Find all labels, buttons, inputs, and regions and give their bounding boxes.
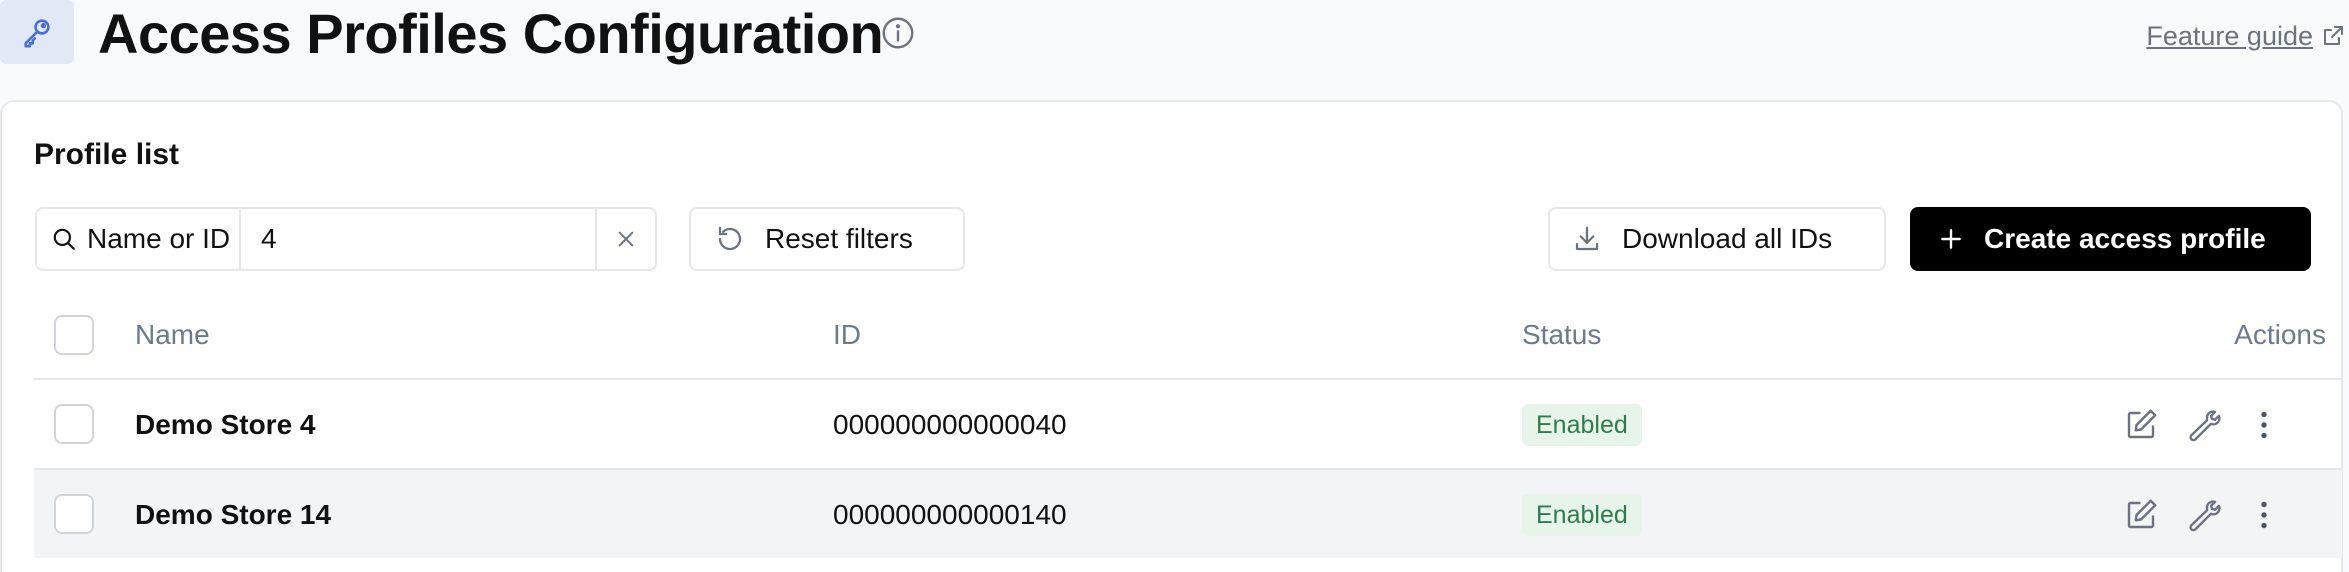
edit-icon[interactable] (2123, 407, 2159, 443)
info-icon[interactable] (880, 15, 916, 51)
select-all-checkbox[interactable] (54, 315, 94, 355)
table-row[interactable]: Demo Store 4 000000000000040 Enabled (34, 378, 2342, 468)
edit-icon[interactable] (2123, 497, 2159, 533)
row-id: 000000000000040 (833, 409, 1067, 440)
more-vertical-icon[interactable] (2246, 407, 2282, 443)
search-group: Name or ID (35, 207, 657, 271)
create-access-profile-button[interactable]: Create access profile (1910, 207, 2311, 271)
wrench-icon[interactable] (2185, 407, 2221, 443)
table-row[interactable]: Demo Store 14 000000000000140 Enabled (34, 468, 2342, 558)
clear-search-button[interactable] (597, 209, 655, 269)
wrench-icon[interactable] (2185, 497, 2221, 533)
column-header-status[interactable]: Status (1522, 292, 1601, 378)
download-icon (1575, 226, 1599, 251)
search-input[interactable] (241, 209, 597, 269)
column-header-id[interactable]: ID (833, 292, 861, 378)
card-title: Profile list (34, 138, 180, 171)
page-title: Access Profiles Configuration (98, 2, 884, 65)
status-badge: Enabled (1522, 494, 1642, 536)
plus-icon (1941, 229, 1961, 249)
search-label: Name or ID (37, 209, 241, 269)
feature-guide-link[interactable]: Feature guide (2146, 18, 2345, 54)
row-name: Demo Store 4 (135, 409, 316, 440)
create-access-profile-label: Create access profile (1984, 223, 2266, 254)
column-header-actions: Actions (2234, 319, 2326, 350)
feature-guide-label: Feature guide (2146, 20, 2313, 51)
download-ids-label: Download all IDs (1622, 223, 1833, 254)
row-checkbox[interactable] (54, 404, 94, 444)
column-header-name[interactable]: Name (135, 292, 210, 378)
row-name: Demo Store 14 (135, 499, 332, 530)
download-ids-button[interactable]: Download all IDs (1548, 207, 1886, 271)
reset-filters-label: Reset filters (765, 223, 913, 254)
reset-filters-button[interactable]: Reset filters (689, 207, 965, 271)
profile-list-card: Profile list Name or ID Reset filters (0, 100, 2343, 572)
search-icon (53, 228, 75, 250)
page-header: Access Profiles Configuration Feature gu… (0, 0, 2349, 100)
clear-icon (618, 231, 634, 247)
search-label-text: Name or ID (87, 223, 231, 254)
more-vertical-icon[interactable] (2246, 497, 2282, 533)
reset-icon (718, 226, 742, 251)
row-checkbox[interactable] (54, 494, 94, 534)
status-badge: Enabled (1522, 404, 1642, 446)
table-header: Name ID Status Actions (34, 292, 2326, 378)
key-icon (0, 0, 74, 64)
row-id: 000000000000140 (833, 499, 1067, 530)
external-link-icon (2324, 26, 2343, 45)
